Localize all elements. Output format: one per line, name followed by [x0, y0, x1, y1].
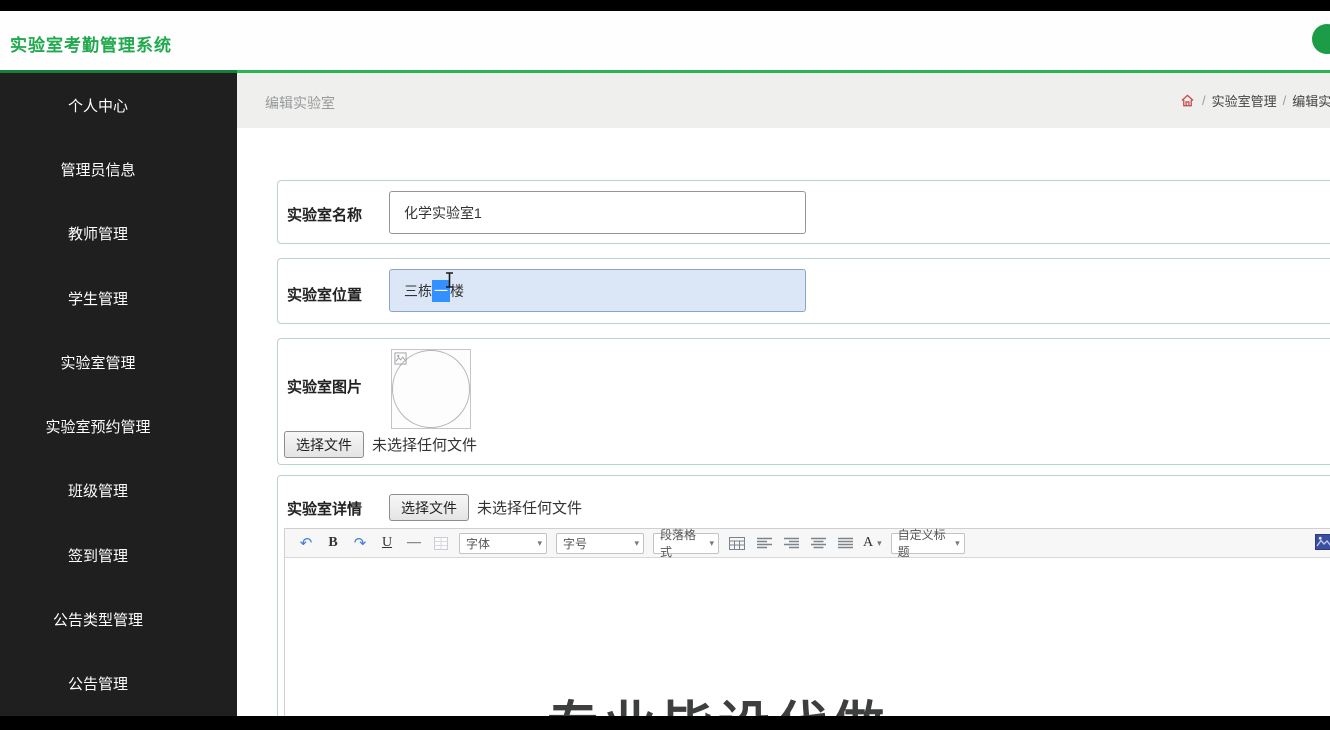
lab-name-value: 化学实验室1: [404, 204, 482, 221]
sidebar-item-class-mgmt[interactable]: 班级管理: [0, 459, 196, 523]
breadcrumb-separator: /: [1202, 93, 1206, 108]
sidebar-item-teacher-mgmt[interactable]: 教师管理: [0, 202, 196, 266]
lab-location-label: 实验室位置: [287, 287, 363, 304]
lab-location-value-before: 三栋: [404, 282, 432, 299]
browser-viewport: 实验室考勤管理系统 个人中心 管理员信息 教师管理 学生管理 实验室管理 实验室…: [0, 11, 1330, 716]
sidebar-item-lab-reservation-mgmt[interactable]: 实验室预约管理: [0, 394, 196, 458]
user-avatar[interactable]: [1312, 24, 1330, 54]
lab-image-choose-file-button[interactable]: 选择文件: [284, 431, 364, 458]
breadcrumb: / 实验室管理 / 编辑实验室: [1178, 91, 1330, 110]
rich-text-editor: ↶ B ↷ U — 字体 ▾ 字号 ▾ 段落格式 ▾ A ▾ 自定义标题 ▾: [284, 528, 1330, 716]
sidebar-item-admin-info[interactable]: 管理员信息: [0, 137, 196, 201]
grid-icon[interactable]: [432, 534, 450, 552]
breadcrumb-item-edit-lab: 编辑实验室: [1292, 94, 1330, 109]
main-content: 编辑实验室 / 实验室管理 / 编辑实验室 实验室名称: [237, 73, 1330, 716]
app-header: 实验室考勤管理系统: [0, 11, 1330, 73]
lab-name-label: 实验室名称: [287, 207, 363, 224]
watermark-text: 专业毕设代做: [547, 684, 889, 716]
align-center-icon[interactable]: [809, 534, 827, 552]
field-panel-lab-detail: 实验室详情 选择文件 未选择任何文件 ↶ B ↷ U — 字体 ▾ 字号 ▾ 段…: [277, 475, 1330, 716]
breadcrumb-item-lab-mgmt[interactable]: 实验室管理: [1212, 91, 1277, 110]
justify-icon[interactable]: [836, 534, 854, 552]
home-icon[interactable]: [1178, 92, 1196, 110]
font-size-select[interactable]: 字号 ▾: [556, 532, 644, 554]
text-cursor-icon: [444, 272, 455, 293]
lab-image-preview: [391, 349, 471, 429]
field-panel-lab-location: 实验室位置 三栋一楼: [277, 258, 1330, 324]
field-panel-lab-name: 实验室名称 化学实验室1: [277, 180, 1330, 244]
sidebar-item-checkin-mgmt[interactable]: 签到管理: [0, 523, 196, 587]
font-color-button[interactable]: A ▾: [863, 534, 882, 552]
screen: 实验室考勤管理系统 个人中心 管理员信息 教师管理 学生管理 实验室管理 实验室…: [0, 0, 1330, 730]
sidebar-item-notice-type-mgmt[interactable]: 公告类型管理: [0, 587, 196, 651]
edit-lab-form: 实验室名称 化学实验室1 实验室位置 三栋一楼 实验室图片 选择文件 未选择任何…: [237, 128, 1330, 716]
lab-name-input[interactable]: 化学实验室1: [389, 191, 806, 234]
editor-toolbar: ↶ B ↷ U — 字体 ▾ 字号 ▾ 段落格式 ▾ A ▾ 自定义标题 ▾: [285, 528, 1330, 559]
redo-icon[interactable]: ↷: [351, 534, 369, 552]
align-right-icon[interactable]: [782, 534, 800, 552]
table-icon[interactable]: [728, 534, 746, 552]
broken-image-icon: [394, 352, 407, 370]
sidebar-item-notice-mgmt[interactable]: 公告管理: [0, 652, 196, 716]
lab-image-label: 实验室图片: [287, 379, 363, 396]
font-family-select[interactable]: 字体 ▾: [459, 532, 547, 554]
lab-detail-label: 实验室详情: [287, 501, 363, 518]
sidebar-nav: 个人中心 管理员信息 教师管理 学生管理 实验室管理 实验室预约管理 班级管理 …: [0, 73, 237, 716]
lab-image-file-status: 未选择任何文件: [372, 437, 478, 454]
undo-icon[interactable]: ↶: [297, 534, 315, 552]
lab-detail-choose-file-button[interactable]: 选择文件: [389, 494, 469, 521]
bold-button[interactable]: B: [324, 534, 342, 552]
page-title: 编辑实验室: [265, 95, 335, 111]
header-accent-line: [0, 70, 237, 73]
breadcrumb-separator: /: [1282, 93, 1287, 108]
breadcrumb-bar: 编辑实验室 / 实验室管理 / 编辑实验室: [237, 73, 1330, 128]
insert-image-icon[interactable]: [1315, 534, 1330, 555]
custom-title-select[interactable]: 自定义标题 ▾: [890, 528, 965, 559]
sidebar-item-personal-center[interactable]: 个人中心: [0, 73, 196, 137]
sidebar-item-lab-mgmt[interactable]: 实验室管理: [0, 330, 196, 394]
paragraph-format-select[interactable]: 段落格式 ▾: [653, 528, 719, 559]
lab-detail-file-status: 未选择任何文件: [477, 500, 583, 517]
field-panel-lab-image: 实验室图片 选择文件 未选择任何文件: [277, 338, 1330, 465]
editor-content-area[interactable]: 专业毕设代做: [285, 558, 1330, 716]
align-left-icon[interactable]: [755, 534, 773, 552]
horizontal-rule-icon[interactable]: —: [405, 534, 423, 552]
underline-button[interactable]: U: [378, 534, 396, 552]
sidebar-item-student-mgmt[interactable]: 学生管理: [0, 266, 196, 330]
app-title: 实验室考勤管理系统: [10, 36, 172, 55]
